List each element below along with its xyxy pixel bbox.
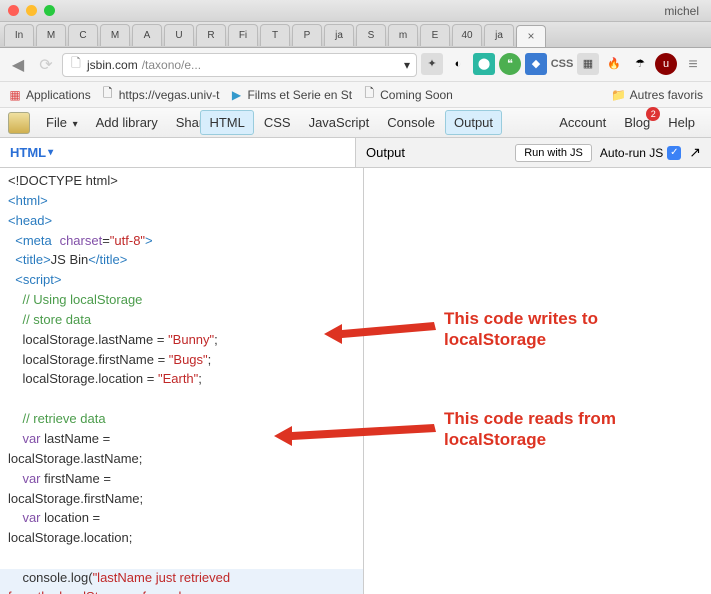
tab[interactable]: M <box>100 24 130 46</box>
run-with-js-button[interactable]: Run with JS <box>515 144 592 162</box>
tab[interactable]: E <box>420 24 450 46</box>
minimize-icon[interactable] <box>26 5 37 16</box>
ext-icon[interactable]: ▦ <box>577 53 599 75</box>
jsbin-toolbar: File ▾ Add library Share HTML CSS JavaSc… <box>0 108 711 138</box>
popout-icon[interactable]: ↗ <box>689 144 701 161</box>
close-icon[interactable] <box>8 5 19 16</box>
tab[interactable]: 40 <box>452 24 482 46</box>
menu-icon[interactable]: ≡ <box>681 53 705 77</box>
css-ext-icon[interactable]: CSS <box>551 53 573 75</box>
ext-icon[interactable]: ☂ <box>629 53 651 75</box>
css-panel-toggle[interactable]: CSS <box>256 111 299 134</box>
tab[interactable]: A <box>132 24 162 46</box>
ext-icon[interactable]: 🔥 <box>603 53 625 75</box>
label: Output <box>366 145 405 160</box>
back-button[interactable]: ◀ <box>6 53 30 77</box>
blog-link[interactable]: Blog2 <box>616 111 658 134</box>
ext-icon[interactable]: ✦ <box>421 53 443 75</box>
ublock-icon[interactable]: u <box>655 53 677 75</box>
ext-icon[interactable]: ◆ <box>525 53 547 75</box>
label: Applications <box>26 88 91 102</box>
browser-tabs: In M C M A U R Fi T P ja S m E 40 ja <box>0 22 711 48</box>
label: https://vegas.univ-t <box>119 88 220 102</box>
bookmark-item[interactable]: ▶Films et Serie en St <box>229 88 352 102</box>
label: Coming Soon <box>380 88 453 102</box>
url-path: /taxono/e... <box>142 58 201 72</box>
forward-button[interactable]: ⟳ <box>34 53 58 77</box>
extensions: ✦ ◐ ⬤ ❝ ◆ CSS ▦ 🔥 ☂ u ≡ <box>421 53 705 77</box>
page-icon: 🗋 <box>69 54 83 75</box>
tab[interactable]: M <box>36 24 66 46</box>
bookmarks-bar: ▦Applications 🗋https://vegas.univ-t ▶Fil… <box>0 82 711 108</box>
other-bookmarks[interactable]: 📁Autres favoris <box>612 88 703 102</box>
console-panel-toggle[interactable]: Console <box>379 111 443 134</box>
annotation-read: This code reads from localStorage <box>444 408 684 451</box>
tab[interactable]: ja <box>484 24 514 46</box>
tab[interactable]: ja <box>324 24 354 46</box>
code-editor[interactable]: <!DOCTYPE html> <html> <head> <meta char… <box>0 168 363 594</box>
output-panel-header: Output Run with JS Auto-run JS ✓ ↗ <box>355 138 711 167</box>
label: Auto-run JS <box>600 146 663 160</box>
panels: <!DOCTYPE html> <html> <head> <meta char… <box>0 168 711 594</box>
ext-icon[interactable]: ⬤ <box>473 53 495 75</box>
file-menu[interactable]: File ▾ <box>38 111 86 134</box>
address-bar[interactable]: 🗋 jsbin.com/taxono/e... ▾ <box>62 53 417 77</box>
output-panel-toggle[interactable]: Output <box>445 110 502 135</box>
tab[interactable]: T <box>260 24 290 46</box>
tab[interactable]: U <box>164 24 194 46</box>
tab[interactable]: C <box>68 24 98 46</box>
tab[interactable]: Fi <box>228 24 258 46</box>
tab[interactable]: R <box>196 24 226 46</box>
label: HTML <box>10 145 46 160</box>
profile-name[interactable]: michel <box>664 4 703 18</box>
tab-active[interactable] <box>516 25 546 47</box>
arrow-icon <box>324 316 444 356</box>
html-panel-header[interactable]: HTML ▾ <box>0 138 355 167</box>
bookmark-item[interactable]: 🗋Coming Soon <box>362 88 453 102</box>
zoom-icon[interactable] <box>44 5 55 16</box>
dropdown-icon[interactable]: ▾ <box>404 58 410 72</box>
hangouts-icon[interactable]: ❝ <box>499 53 521 75</box>
output-preview: This code writes to localStorage This co… <box>363 168 711 594</box>
address-bar-row: ◀ ⟳ 🗋 jsbin.com/taxono/e... ▾ ✦ ◐ ⬤ ❝ ◆ … <box>0 48 711 82</box>
html-panel-toggle[interactable]: HTML <box>200 110 253 135</box>
label: Autres favoris <box>630 88 703 102</box>
window-controls <box>8 5 55 16</box>
window-titlebar: michel <box>0 0 711 22</box>
autorun-toggle[interactable]: Auto-run JS ✓ <box>600 146 681 160</box>
bookmark-item[interactable]: 🗋https://vegas.univ-t <box>101 88 220 102</box>
js-panel-toggle[interactable]: JavaScript <box>301 111 378 134</box>
label: Films et Serie en St <box>247 88 352 102</box>
panel-headers: HTML ▾ Output Run with JS Auto-run JS ✓ … <box>0 138 711 168</box>
tab[interactable]: P <box>292 24 322 46</box>
help-link[interactable]: Help <box>660 111 703 134</box>
checkbox-checked-icon: ✓ <box>667 146 681 160</box>
badge: 2 <box>646 107 660 121</box>
url-host: jsbin.com <box>87 58 138 72</box>
tab[interactable]: S <box>356 24 386 46</box>
add-library-menu[interactable]: Add library <box>88 111 166 134</box>
annotation-write: This code writes to localStorage <box>444 308 674 351</box>
apps-button[interactable]: ▦Applications <box>8 88 91 102</box>
tab[interactable]: In <box>4 24 34 46</box>
ext-icon[interactable]: ◐ <box>447 53 469 75</box>
tab[interactable]: m <box>388 24 418 46</box>
jsbin-logo-icon[interactable] <box>8 112 30 134</box>
account-menu[interactable]: Account <box>551 111 614 134</box>
chevron-down-icon: ▾ <box>48 147 53 158</box>
arrow-icon <box>274 418 444 458</box>
